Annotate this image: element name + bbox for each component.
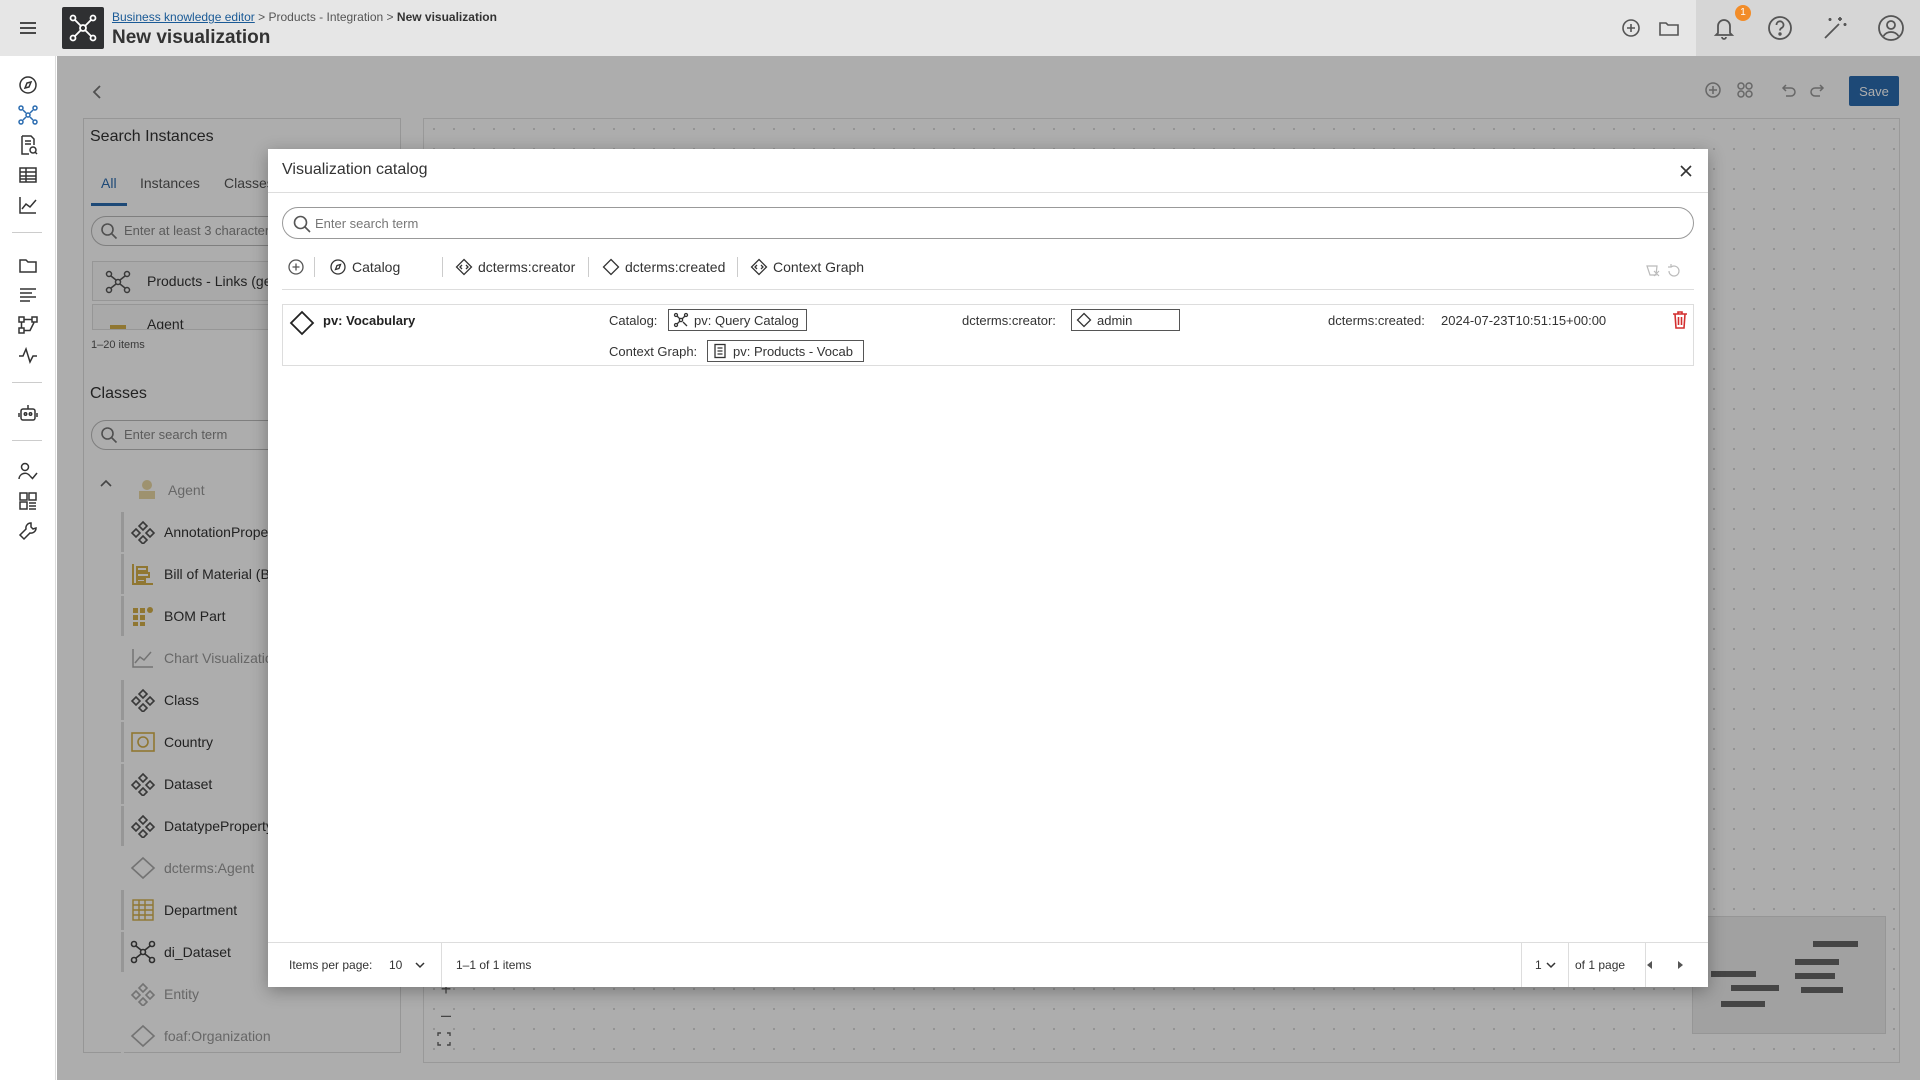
catalog-label: Catalog: bbox=[609, 313, 658, 328]
add-circle-icon[interactable] bbox=[1619, 16, 1645, 42]
help-icon[interactable] bbox=[1766, 14, 1794, 42]
top-header: Business knowledge editor > Products - I… bbox=[0, 0, 1920, 56]
column-label: dcterms:creator bbox=[478, 259, 576, 275]
created-label: dcterms:created: bbox=[1328, 313, 1425, 328]
column-label: Context Graph bbox=[773, 259, 865, 275]
clear-format-icon[interactable] bbox=[1645, 263, 1661, 279]
menu-icon[interactable] bbox=[18, 18, 38, 38]
dashboard-icon[interactable] bbox=[17, 490, 39, 512]
column-header-creator[interactable]: dcterms:creator bbox=[455, 257, 575, 277]
dialog-divider bbox=[268, 192, 1708, 193]
creator-label: dcterms:creator: bbox=[962, 313, 1056, 328]
query-catalog-icon bbox=[673, 312, 689, 328]
diamond-icon bbox=[289, 310, 315, 336]
document-search-icon[interactable] bbox=[17, 134, 39, 156]
diamond-icon bbox=[602, 258, 620, 276]
compass-icon bbox=[330, 259, 346, 275]
page-title: New visualization bbox=[112, 27, 271, 48]
workflow-icon[interactable] bbox=[17, 314, 39, 336]
page-select[interactable]: 1 bbox=[1535, 958, 1542, 972]
creator-value: admin bbox=[1097, 312, 1133, 328]
items-per-page-label: Items per page: bbox=[289, 958, 373, 972]
next-page-icon[interactable] bbox=[1674, 959, 1686, 971]
app-logo[interactable] bbox=[62, 7, 104, 49]
items-range: 1–1 of 1 items bbox=[456, 958, 532, 972]
creator-value-chip[interactable]: admin bbox=[1071, 309, 1180, 331]
breadcrumb-current: New visualization bbox=[396, 10, 497, 24]
column-separator bbox=[737, 257, 738, 277]
close-icon[interactable] bbox=[1676, 161, 1696, 181]
footer-separator bbox=[441, 943, 442, 987]
trash-icon[interactable] bbox=[1671, 310, 1691, 332]
wrench-icon[interactable] bbox=[17, 520, 39, 542]
column-header-created[interactable]: dcterms:created bbox=[602, 257, 725, 277]
chevron-down-icon[interactable] bbox=[413, 958, 427, 972]
folder-icon[interactable] bbox=[17, 254, 39, 276]
column-header-catalog[interactable]: Catalog bbox=[329, 257, 400, 277]
catalog-search-input[interactable] bbox=[315, 209, 1675, 237]
catalog-value-chip[interactable]: pv: Query Catalog bbox=[668, 309, 807, 331]
page-total: of 1 page bbox=[1575, 958, 1626, 972]
row-title[interactable]: pv: Vocabulary bbox=[323, 313, 415, 328]
catalog-value: pv: Query Catalog bbox=[694, 312, 799, 328]
breadcrumb-separator: > bbox=[386, 10, 394, 24]
dialog-title: Visualization catalog bbox=[282, 161, 428, 178]
property-icon bbox=[750, 258, 768, 276]
context-graph-label: Context Graph: bbox=[609, 344, 698, 359]
breadcrumb-separator: > bbox=[258, 10, 266, 24]
left-navigation bbox=[0, 56, 56, 1080]
user-account-icon[interactable] bbox=[1877, 14, 1905, 42]
items-per-page-select[interactable]: 10 bbox=[389, 958, 402, 972]
column-separator bbox=[588, 257, 589, 277]
table-icon[interactable] bbox=[17, 164, 39, 186]
reset-icon[interactable] bbox=[1666, 263, 1682, 279]
column-separator bbox=[314, 257, 315, 277]
search-icon bbox=[292, 214, 312, 234]
visualization-catalog-dialog: Visualization catalog Catalog dcterms:cr… bbox=[268, 149, 1708, 987]
created-value: 2024-07-23T10:51:15+00:00 bbox=[1441, 313, 1607, 328]
bell-icon[interactable] bbox=[1710, 14, 1738, 42]
graph-editor-icon[interactable] bbox=[17, 104, 39, 126]
footer-separator bbox=[1521, 943, 1522, 987]
column-label: Catalog bbox=[352, 259, 401, 275]
context-graph-value-chip[interactable]: pv: Products - Vocab bbox=[707, 340, 864, 362]
robot-icon[interactable] bbox=[17, 402, 39, 424]
magic-wand-icon[interactable] bbox=[1821, 14, 1849, 42]
catalog-search-field bbox=[282, 207, 1694, 239]
nav-divider bbox=[12, 232, 42, 233]
column-header-context-graph[interactable]: Context Graph bbox=[750, 257, 864, 277]
user-check-icon[interactable] bbox=[17, 460, 39, 482]
breadcrumb-root-link[interactable]: Business knowledge editor bbox=[112, 10, 255, 24]
chevron-down-icon[interactable] bbox=[1544, 958, 1558, 972]
header-divider bbox=[282, 289, 1694, 290]
previous-page-icon[interactable] bbox=[1644, 959, 1656, 971]
line-chart-icon[interactable] bbox=[17, 194, 39, 216]
context-graph-value: pv: Products - Vocab bbox=[733, 343, 853, 359]
activity-icon[interactable] bbox=[17, 344, 39, 366]
breadcrumb-middle: Products - Integration bbox=[268, 10, 384, 24]
list-filter-icon[interactable] bbox=[17, 284, 39, 306]
add-column-icon[interactable] bbox=[287, 258, 305, 276]
notification-badge: 1 bbox=[1735, 5, 1751, 21]
folder-icon[interactable] bbox=[1657, 16, 1683, 42]
column-label: dcterms:created bbox=[625, 259, 726, 275]
pagination-footer: Items per page: 10 1–1 of 1 items 1 of 1… bbox=[268, 943, 1708, 987]
diamond-icon bbox=[1076, 312, 1092, 328]
nav-divider bbox=[12, 440, 42, 441]
column-separator bbox=[442, 257, 443, 277]
property-icon bbox=[455, 258, 473, 276]
breadcrumb: Business knowledge editor > Products - I… bbox=[112, 10, 497, 24]
footer-separator bbox=[1568, 943, 1569, 987]
document-icon bbox=[714, 343, 726, 359]
compass-icon[interactable] bbox=[17, 74, 39, 96]
nav-divider bbox=[12, 382, 42, 383]
table-row[interactable]: pv: Vocabulary Catalog: pv: Query Catalo… bbox=[282, 304, 1694, 366]
